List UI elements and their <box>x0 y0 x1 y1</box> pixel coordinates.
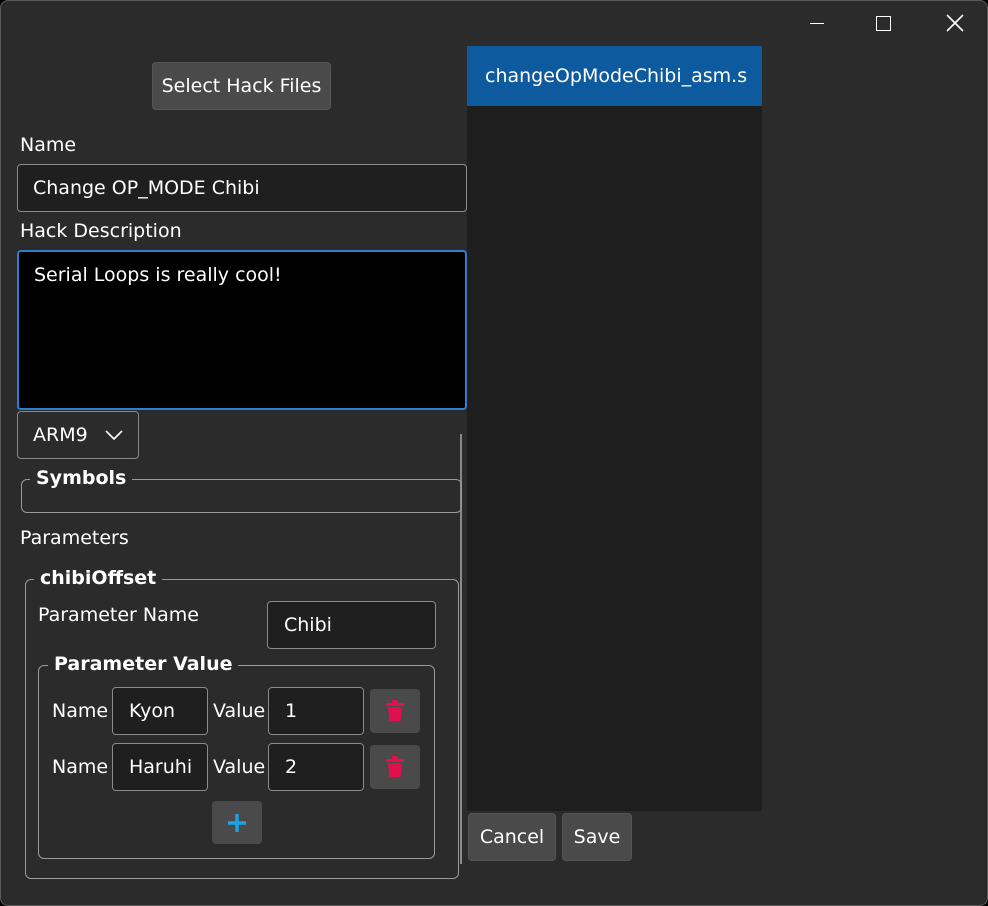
row-value-label: Value <box>213 700 266 722</box>
hack-editor-window: Select Hack Files Name Change OP_MODE Ch… <box>0 0 988 906</box>
maximize-icon <box>875 15 891 31</box>
list-item[interactable]: changeOpModeChibi_asm.s <box>467 46 762 106</box>
delete-row-button[interactable] <box>370 689 420 733</box>
name-input[interactable]: Change OP_MODE Chibi <box>17 164 467 212</box>
target-processor-value: ARM9 <box>33 424 88 446</box>
target-processor-dropdown[interactable]: ARM9 <box>17 411 139 459</box>
row-name-input[interactable]: Kyon <box>112 687 208 735</box>
symbols-group-title: Symbols <box>30 467 133 489</box>
save-button[interactable]: Save <box>562 813 632 861</box>
parameter-value-group-title: Parameter Value <box>48 653 239 675</box>
delete-row-button[interactable] <box>370 745 420 789</box>
row-value-label: Value <box>213 756 266 778</box>
row-name-input[interactable]: Haruhi <box>112 743 208 791</box>
parameters-label: Parameters <box>20 527 129 549</box>
plus-icon <box>228 813 246 832</box>
close-icon <box>946 14 964 32</box>
select-hack-files-button[interactable]: Select Hack Files <box>152 62 331 110</box>
chevron-down-icon <box>105 430 123 441</box>
trash-icon <box>386 700 404 721</box>
cancel-button[interactable]: Cancel <box>468 813 556 861</box>
name-label: Name <box>20 134 77 156</box>
row-value-input[interactable]: 2 <box>268 743 364 791</box>
trash-icon <box>386 756 404 777</box>
row-name-label: Name <box>52 756 109 778</box>
parameter-name-label: Parameter Name <box>38 604 199 626</box>
hack-description-input[interactable]: Serial Loops is really cool! <box>17 250 467 410</box>
hack-files-list[interactable]: changeOpModeChibi_asm.s <box>467 46 762 811</box>
chibi-offset-group-title: chibiOffset <box>34 567 163 589</box>
minimize-icon <box>810 22 824 24</box>
minimize-button[interactable] <box>794 1 840 45</box>
hack-description-label: Hack Description <box>20 220 182 242</box>
close-button[interactable] <box>932 1 978 45</box>
maximize-button[interactable] <box>860 1 906 45</box>
row-name-label: Name <box>52 700 109 722</box>
add-parameter-value-button[interactable] <box>212 801 262 844</box>
parameter-name-input[interactable]: Chibi <box>267 601 436 649</box>
row-value-input[interactable]: 1 <box>268 687 364 735</box>
